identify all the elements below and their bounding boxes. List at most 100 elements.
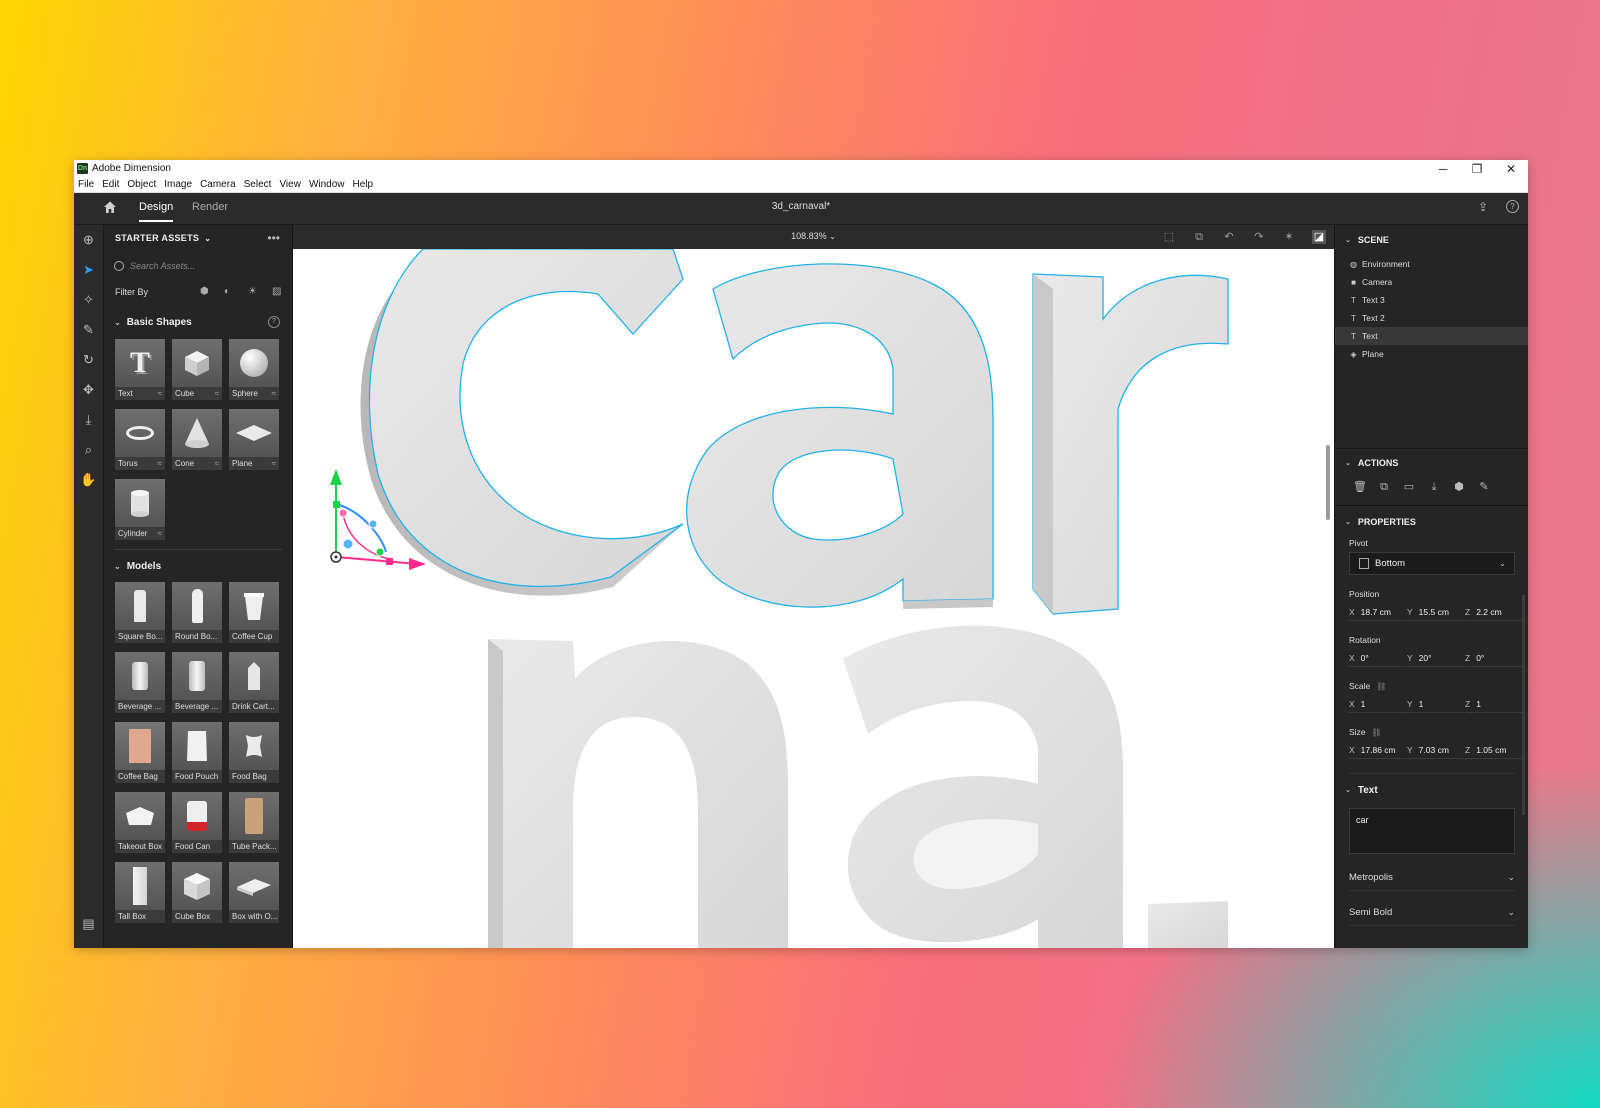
search-assets-input[interactable]: Search Assets... bbox=[114, 257, 282, 274]
model-food-can[interactable]: Food Can bbox=[172, 792, 222, 853]
asset-cube[interactable]: Cube ≈ bbox=[172, 339, 222, 400]
minimize-button[interactable]: ─ bbox=[1426, 162, 1460, 176]
adjust-icon[interactable]: ≈ bbox=[215, 389, 219, 398]
filter-models-icon[interactable]: ⬢ bbox=[200, 287, 210, 297]
size-y-field[interactable]: Y 7.03 cm bbox=[1407, 742, 1464, 759]
rotation-x-field[interactable]: X 0° bbox=[1349, 650, 1406, 667]
pivot-dropdown[interactable]: Bottom ⌄ bbox=[1349, 552, 1515, 575]
asset-plane[interactable]: Plane ≈ bbox=[229, 409, 279, 470]
drop-to-ground-icon[interactable]: ⤓ bbox=[1428, 481, 1440, 493]
scene-header[interactable]: ⌄ SCENE bbox=[1335, 230, 1528, 250]
menu-object[interactable]: Object bbox=[123, 179, 160, 190]
select-tool-icon[interactable]: ➤ bbox=[80, 261, 97, 278]
canvas-scrollbar[interactable] bbox=[1326, 445, 1330, 520]
frame-icon[interactable]: ⬚ bbox=[1162, 230, 1176, 244]
scene-item-plane[interactable]: ◈ Plane bbox=[1335, 345, 1528, 363]
scale-z-field[interactable]: Z1 bbox=[1465, 696, 1522, 713]
models-header[interactable]: ⌄ Models bbox=[104, 556, 292, 576]
properties-header[interactable]: ⌄ PROPERTIES bbox=[1335, 512, 1528, 532]
position-z-field[interactable]: Z 2.2 cm bbox=[1465, 604, 1522, 621]
text-content-input[interactable]: car bbox=[1349, 808, 1515, 854]
add-content-icon[interactable]: ⊕ bbox=[80, 231, 97, 248]
magic-wand-icon[interactable]: ✧ bbox=[80, 291, 97, 308]
assets-header[interactable]: STARTER ASSETS ⌄ bbox=[104, 225, 292, 251]
menu-window[interactable]: Window bbox=[305, 179, 349, 190]
model-tube-package[interactable]: Tube Pack... bbox=[229, 792, 279, 853]
asset-sphere[interactable]: Sphere ≈ bbox=[229, 339, 279, 400]
move-tool-icon[interactable]: ✥ bbox=[80, 381, 97, 398]
adjust-icon[interactable]: ≈ bbox=[158, 529, 162, 538]
text-object-na[interactable] bbox=[488, 625, 1228, 948]
scene-item-environment[interactable]: ◍ Environment bbox=[1335, 255, 1528, 273]
adjust-icon[interactable]: ≈ bbox=[158, 389, 162, 398]
adjust-icon[interactable]: ≈ bbox=[158, 459, 162, 468]
font-family-dropdown[interactable]: Metropolis ⌄ bbox=[1349, 864, 1515, 891]
menu-image[interactable]: Image bbox=[160, 179, 196, 190]
adjust-icon[interactable]: ≈ bbox=[215, 459, 219, 468]
render-preview-icon[interactable]: ✶ bbox=[1282, 230, 1296, 244]
model-round-bottle[interactable]: Round Bo... bbox=[172, 582, 222, 643]
scene-item-camera[interactable]: ■ Camera bbox=[1335, 273, 1528, 291]
more-options-icon[interactable]: ••• bbox=[267, 231, 280, 245]
filter-materials-icon[interactable]: ◐ bbox=[224, 287, 234, 297]
drop-to-ground-icon[interactable]: ⤓ bbox=[80, 411, 97, 428]
menu-camera[interactable]: Camera bbox=[196, 179, 240, 190]
text-section-header[interactable]: ⌄ Text bbox=[1335, 780, 1528, 800]
scale-y-field[interactable]: Y1 bbox=[1407, 696, 1464, 713]
model-takeout-box[interactable]: Takeout Box bbox=[115, 792, 165, 853]
size-z-field[interactable]: Z 1.05 cm bbox=[1465, 742, 1522, 759]
delete-icon[interactable]: 🗑 bbox=[1353, 481, 1367, 493]
model-tall-box[interactable]: Tall Box bbox=[115, 862, 165, 923]
scale-x-field[interactable]: X1 bbox=[1349, 696, 1406, 713]
model-drink-carton[interactable]: Drink Cart... bbox=[229, 652, 279, 713]
model-food-bag[interactable]: Food Bag bbox=[229, 722, 279, 783]
undo-camera-icon[interactable]: ↶ bbox=[1222, 230, 1236, 244]
model-food-pouch[interactable]: Food Pouch bbox=[172, 722, 222, 783]
help-icon[interactable]: ? bbox=[268, 316, 280, 328]
redo-camera-icon[interactable]: ↷ bbox=[1252, 230, 1266, 244]
orbit-tool-icon[interactable]: ↻ bbox=[80, 351, 97, 368]
model-coffee-cup[interactable]: Coffee Cup bbox=[229, 582, 279, 643]
toggle-panel-icon[interactable]: ◪ bbox=[1312, 230, 1326, 244]
model-coffee-bag[interactable]: Coffee Bag bbox=[115, 722, 165, 783]
actions-header[interactable]: ⌄ ACTIONS bbox=[1335, 453, 1528, 473]
scene-item-text-3[interactable]: T Text 3 bbox=[1335, 291, 1528, 309]
basic-shapes-header[interactable]: ⌄ Basic Shapes ? bbox=[104, 312, 292, 332]
maximize-button[interactable]: ❐ bbox=[1460, 162, 1494, 176]
rotation-y-field[interactable]: Y 20° bbox=[1407, 650, 1464, 667]
share-icon[interactable]: ⇪ bbox=[1476, 200, 1490, 214]
sample-material-icon[interactable]: ✎ bbox=[80, 321, 97, 338]
link-proportions-icon[interactable]: ⛓ bbox=[1376, 682, 1386, 691]
filter-lights-icon[interactable]: ☀ bbox=[248, 287, 258, 297]
position-x-field[interactable]: X 18.7 cm bbox=[1349, 604, 1406, 621]
model-beverage-can-2[interactable]: Beverage ... bbox=[172, 652, 222, 713]
center-object-icon[interactable]: ⬢ bbox=[1453, 481, 1465, 493]
model-cube-box[interactable]: Cube Box bbox=[172, 862, 222, 923]
pan-tool-icon[interactable]: ✋ bbox=[80, 471, 97, 488]
position-y-field[interactable]: Y 15.5 cm bbox=[1407, 604, 1464, 621]
viewport-canvas[interactable] bbox=[293, 249, 1334, 948]
help-icon[interactable]: ? bbox=[1506, 200, 1519, 213]
menu-select[interactable]: Select bbox=[240, 179, 276, 190]
link-proportions-icon[interactable]: ⛓ bbox=[1372, 728, 1382, 737]
duplicate-icon[interactable]: ⧉ bbox=[1378, 481, 1390, 493]
adjust-icon[interactable]: ≈ bbox=[272, 389, 276, 398]
menu-help[interactable]: Help bbox=[349, 179, 378, 190]
menu-view[interactable]: View bbox=[275, 179, 305, 190]
library-icon[interactable]: ▤ bbox=[80, 915, 97, 932]
asset-torus[interactable]: Torus ≈ bbox=[115, 409, 165, 470]
rotation-z-field[interactable]: Z 0° bbox=[1465, 650, 1522, 667]
scene-item-text[interactable]: T Text bbox=[1335, 327, 1528, 345]
menu-file[interactable]: File bbox=[74, 179, 98, 190]
asset-cylinder[interactable]: Cylinder ≈ bbox=[115, 479, 165, 540]
asset-text[interactable]: T Text ≈ bbox=[115, 339, 165, 400]
model-square-bottle[interactable]: Square Bo... bbox=[115, 582, 165, 643]
menu-edit[interactable]: Edit bbox=[98, 179, 123, 190]
camera-bookmark-icon[interactable]: ⧉ bbox=[1192, 230, 1206, 244]
model-box-with-opening[interactable]: Box with O... bbox=[229, 862, 279, 923]
size-x-field[interactable]: X 17.86 cm bbox=[1349, 742, 1406, 759]
properties-scrollbar[interactable] bbox=[1522, 595, 1525, 815]
scene-item-text-2[interactable]: T Text 2 bbox=[1335, 309, 1528, 327]
edit-content-icon[interactable]: ✎ bbox=[1478, 481, 1490, 493]
close-button[interactable]: ✕ bbox=[1494, 162, 1528, 176]
